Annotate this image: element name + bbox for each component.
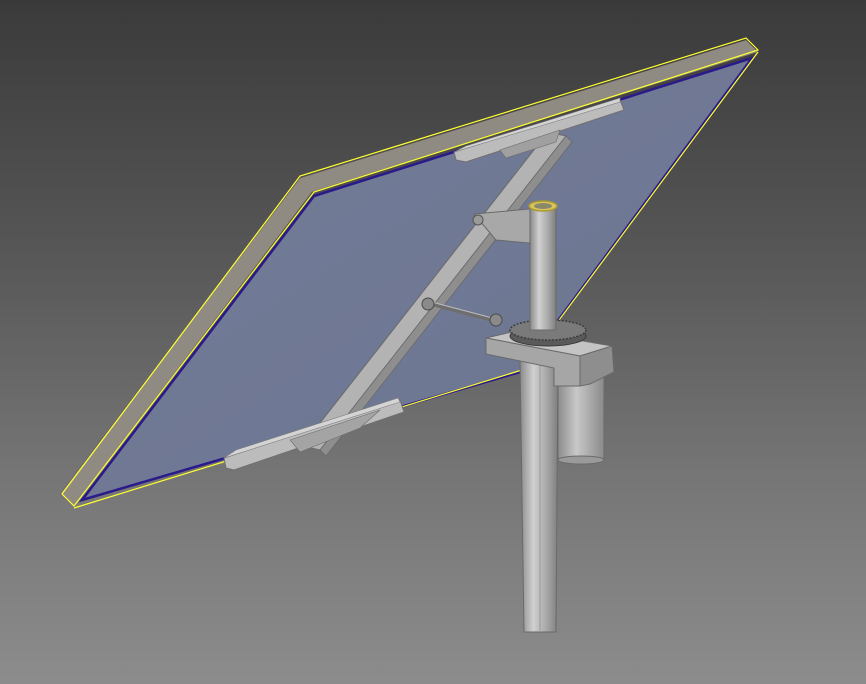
actuator-joint-gear <box>489 313 503 327</box>
pivot-bolt <box>472 214 484 226</box>
solar-panel[interactable] <box>59 37 760 509</box>
actuator-joint-beam <box>421 297 435 311</box>
mount-pole[interactable] <box>519 359 559 633</box>
motor-end-cap <box>557 455 605 465</box>
pole-cap-inner <box>534 203 552 209</box>
solar-tracker-model[interactable] <box>0 0 866 684</box>
upper-pole[interactable] <box>528 200 558 331</box>
pole-lower <box>519 359 559 633</box>
panel-face <box>78 55 756 503</box>
upper-pole-body <box>529 205 557 331</box>
cad-viewport[interactable] <box>0 0 866 684</box>
